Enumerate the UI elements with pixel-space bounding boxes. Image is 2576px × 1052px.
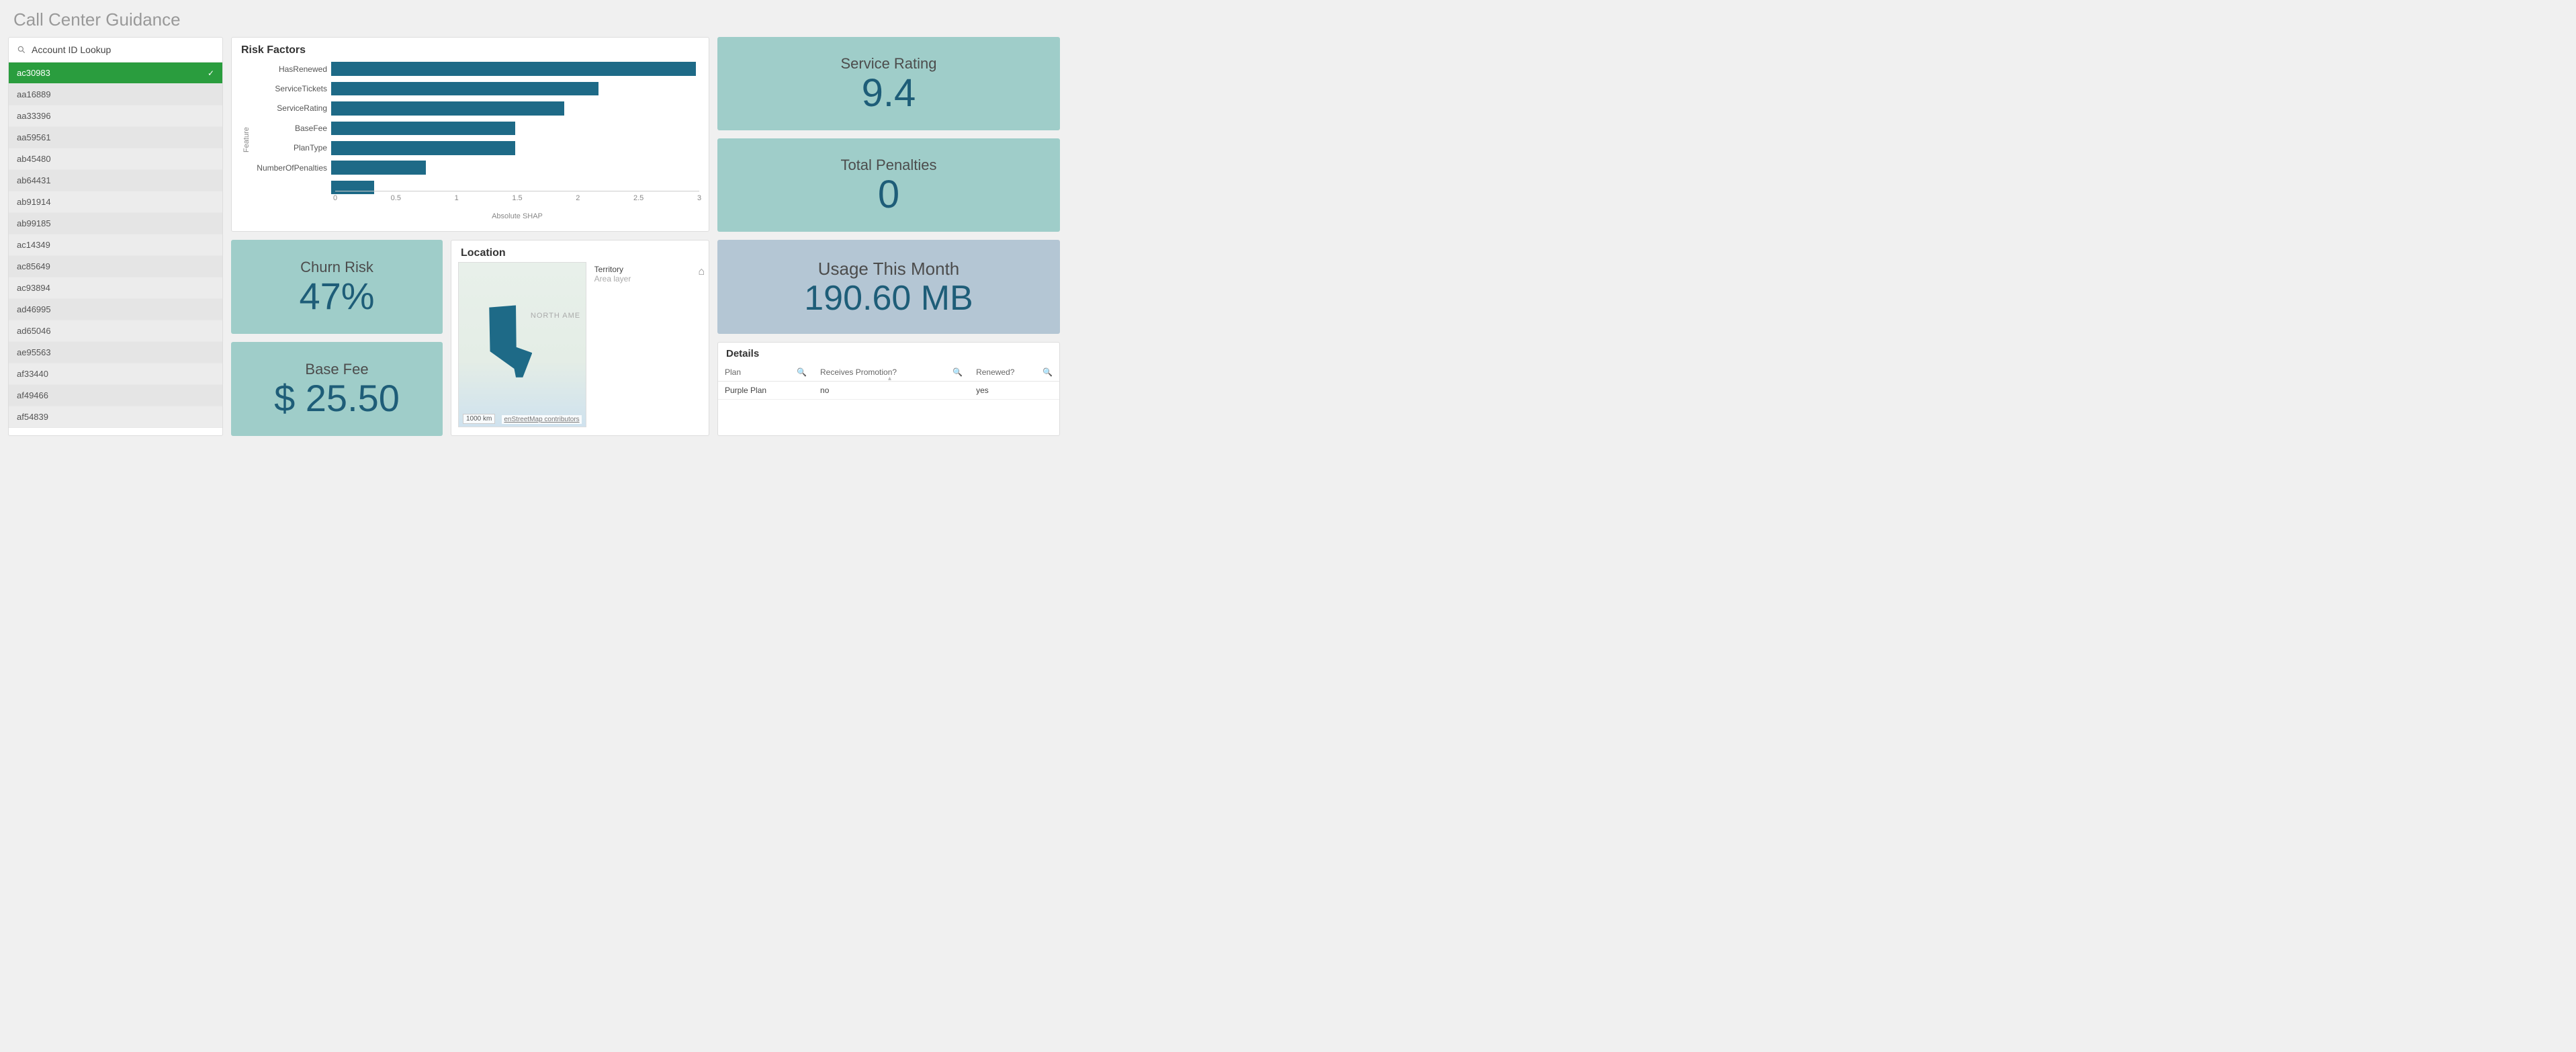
chart-bar-label: NumberOfPenalties [251,163,331,173]
location-title: Location [451,240,709,262]
details-col-promo-label: Receives Promotion? [820,367,897,377]
map-continent-label: NORTH AME [531,312,580,320]
chart-bar-label: PlanType [251,143,331,152]
kpi-base-fee: Base Fee $ 25.50 [231,342,443,436]
chart-x-tick: 0.5 [391,194,401,202]
chart-x-axis: 0 0.5 1 1.5 2 2.5 3 [335,191,699,211]
search-icon[interactable]: 🔍 [797,367,807,377]
details-col-promo[interactable]: Receives Promotion? 🔍 ▴ [813,363,969,382]
chart-bar-row: ServiceTickets [251,79,699,98]
details-col-plan[interactable]: Plan 🔍 [718,363,813,382]
kpi-churn-risk-value: 47% [299,277,374,315]
details-cell-plan: Purple Plan [718,382,813,400]
check-icon: ✓ [208,69,214,78]
chart-bar-row: NumberOfPenalties [251,158,699,177]
kpi-service-rating: Service Rating 9.4 [717,37,1060,130]
kpi-total-penalties-label: Total Penalties [840,157,936,174]
chart-x-axis-label: Absolute SHAP [335,212,699,220]
sort-indicator-icon: ▴ [888,375,891,382]
map-scale: 1000 km [463,414,495,424]
chart-bar-label: ServiceRating [251,103,331,113]
chart-bar [331,141,515,155]
risk-factors-card: Risk Factors Feature HasRenewed ServiceTi… [231,37,709,232]
account-item[interactable]: af54839 [9,406,222,428]
details-col-renewed[interactable]: Renewed? 🔍 [969,363,1059,382]
chart-bar [331,62,696,76]
chart-y-axis-label: Feature [241,59,251,220]
kpi-total-penalties: Total Penalties 0 [717,138,1060,232]
kpi-usage-label: Usage This Month [818,259,960,279]
kpi-base-fee-label: Base Fee [305,361,368,378]
chart-x-tick: 1 [455,194,459,202]
chart-bar [331,122,515,136]
account-item[interactable]: ac93894 [9,277,222,299]
kpi-base-fee-value: $ 25.50 [274,380,400,417]
chart-x-tick: 2.5 [633,194,643,202]
details-cell-promo: no [813,382,969,400]
table-row[interactable]: Purple Plan no yes [718,382,1059,400]
chart-x-tick: 2 [576,194,580,202]
account-item[interactable]: ab45480 [9,148,222,170]
map-legend: ⌂ Territory Area layer [590,262,702,427]
kpi-churn-risk: Churn Risk 47% [231,240,443,334]
account-item[interactable]: ab91914 [9,191,222,213]
account-lookup-panel: Account ID Lookup ac30983✓aa16889aa33396… [8,37,223,436]
account-item[interactable]: ab99185 [9,213,222,234]
account-item[interactable]: aa33396 [9,105,222,127]
search-icon[interactable]: 🔍 [952,367,963,377]
account-item[interactable]: af33440 [9,363,222,385]
account-item[interactable]: ab64431 [9,170,222,191]
map-attribution: enStreetMap contributors [502,415,581,424]
account-item[interactable]: ac85649 [9,256,222,277]
kpi-usage-value: 190.60 MB [804,281,973,316]
search-icon[interactable]: 🔍 [1042,367,1053,377]
chart-x-tick: 0 [333,194,337,202]
chart-x-tick: 3 [697,194,701,202]
risk-factors-title: Risk Factors [232,38,709,59]
details-cell-renewed: yes [969,382,1059,400]
chart-bar-label: HasRenewed [251,64,331,74]
account-item[interactable]: ad46995 [9,299,222,320]
home-icon[interactable]: ⌂ [698,266,705,278]
account-item[interactable]: aa16889 [9,84,222,105]
details-col-renewed-label: Renewed? [976,367,1014,377]
kpi-service-rating-label: Service Rating [840,55,936,73]
account-list[interactable]: ac30983✓aa16889aa33396aa59561ab45480ab64… [9,62,222,435]
chart-bar-row: ServiceRating [251,99,699,118]
kpi-total-penalties-value: 0 [878,175,899,214]
search-icon [17,45,26,54]
account-item[interactable]: ac14349 [9,234,222,256]
chart-bar [331,82,598,96]
right-kpi-stack: Service Rating 9.4 Total Penalties 0 [717,37,1060,232]
chart-bar-row: PlanType [251,138,699,158]
location-card: Location NORTH AME 1000 km enStreetMap c… [451,240,709,436]
details-card: Details Plan 🔍 Receives Promotion? 🔍 ▴ Rene… [717,342,1060,436]
chart-bar-row: HasRenewed [251,59,699,79]
chart-bars: HasRenewed ServiceTickets ServiceRating Bas… [251,59,699,191]
chart-bar-row: BaseFee [251,118,699,138]
page-title: Call Center Guidance [0,0,2576,37]
details-col-plan-label: Plan [725,367,741,377]
chart-bar-label: ServiceTickets [251,84,331,93]
account-item[interactable]: af49466 [9,385,222,406]
kpi-churn-risk-label: Churn Risk [300,259,373,276]
chart-bar-label: BaseFee [251,124,331,133]
account-item[interactable]: ae95563 [9,342,222,363]
map-legend-sub: Area layer [594,274,698,283]
kpi-service-rating-value: 9.4 [862,74,916,113]
details-title: Details [718,343,1059,363]
chart-bar [331,101,564,116]
details-table: Plan 🔍 Receives Promotion? 🔍 ▴ Renewed? 🔍 Pu… [718,363,1059,400]
account-search-row[interactable]: Account ID Lookup [9,38,222,62]
account-item[interactable]: aa59561 [9,127,222,148]
kpi-usage: Usage This Month 190.60 MB [717,240,1060,334]
map-legend-title: Territory [594,265,698,274]
chart-bar [331,161,426,175]
map-territory-shape [489,305,532,377]
map[interactable]: NORTH AME 1000 km enStreetMap contributo… [458,262,586,427]
account-item[interactable]: ad65046 [9,320,222,342]
account-search-label: Account ID Lookup [32,44,111,55]
account-item[interactable]: ac30983✓ [9,62,222,84]
chart-x-tick: 1.5 [512,194,522,202]
